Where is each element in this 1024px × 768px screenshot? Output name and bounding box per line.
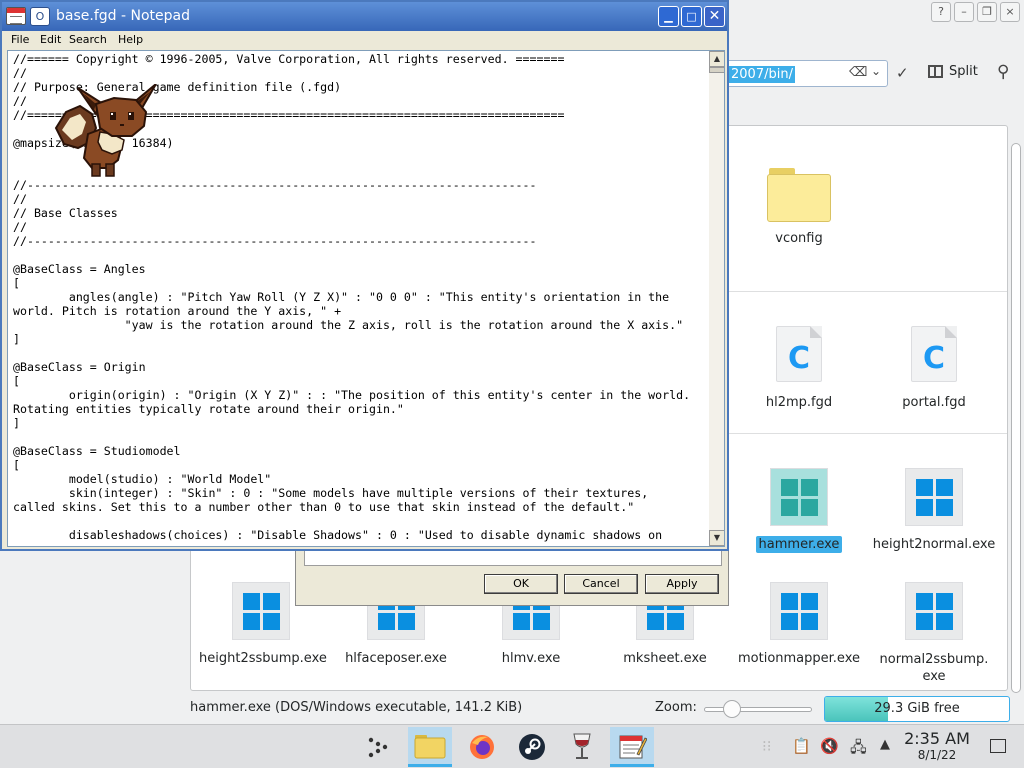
file-name: height2ssbump.exe [199,651,327,666]
window-controls: ? – ❐ × [931,2,1020,22]
taskbar-file-manager[interactable] [408,727,452,767]
menu-file[interactable]: File [11,33,29,46]
windows-icon [770,468,828,526]
ok-button[interactable]: OK [484,574,558,594]
chevron-down-icon[interactable]: ⌄ [871,64,881,78]
location-text: 2007/bin/ [729,66,795,83]
eevee-sprite-image [54,84,157,177]
status-text: hammer.exe (DOS/Windows executable, 141.… [190,700,523,715]
taskbar-steam[interactable] [510,727,554,767]
file-item-motionmapper-exe[interactable]: motionmapper.exe [734,582,864,667]
split-label: Split [949,64,978,79]
file-name: hl2mp.fgd [765,395,833,410]
search-icon[interactable]: ⚲ [997,62,1009,82]
taskbar-notepad[interactable] [610,727,654,767]
scroll-up-button[interactable]: ▲ [709,51,724,67]
free-space-text: 29.3 GiB free [874,701,960,716]
file-item-hammer-exe[interactable]: hammer.exe [734,468,864,553]
menu-search[interactable]: Search [69,33,107,46]
file-name: hammer.exe [755,536,843,553]
system-menu-icon[interactable]: O [30,7,50,26]
show-desktop-icon[interactable] [990,739,1006,753]
file-name: normal2ssbump. exe [879,652,989,684]
folder-icon [414,734,446,758]
clock-date: 8/1/22 [917,748,957,762]
file-item-height2normal-exe[interactable]: height2normal.exe [869,468,999,553]
clear-input-icon[interactable]: ⌫ [849,65,867,80]
maximize-button[interactable]: ❐ [977,2,997,22]
file-name: portal.fgd [902,395,966,410]
file-name: hlfaceposer.exe [345,651,447,666]
launcher-icon [368,737,388,758]
cancel-button[interactable]: Cancel [564,574,638,594]
scrollbar-thumb[interactable] [709,67,724,73]
free-space-bar[interactable]: 29.3 GiB free [824,696,1010,722]
maximize-button[interactable]: □ [681,6,702,27]
file-item-portal-fgd[interactable]: C portal.fgd [869,326,999,411]
taskbar: ⁝⁝ 📋 🔇 🖧 ▲ 2:35 AM 8/1/22 [0,724,1024,768]
close-button[interactable]: × [1000,2,1020,22]
location-input[interactable]: 2007/bin/ ⌫ ⌄ [720,60,888,87]
steam-icon [519,734,545,760]
notepad-icon [619,735,647,758]
menu-bar: File Edit Search Help [2,31,727,50]
clock-time: 2:35 AM [904,729,970,748]
file-view-scrollbar[interactable] [1010,125,1022,693]
windows-icon [232,582,290,640]
file-item-normal2ssbump-exe[interactable]: normal2ssbump. exe [869,582,999,686]
help-button[interactable]: ? [931,2,951,22]
windows-icon [905,582,963,640]
folder-icon [767,168,831,222]
minimize-button[interactable]: ▁ [658,6,679,27]
notepad-icon [6,7,26,25]
apply-button[interactable]: Apply [645,574,719,594]
taskbar-firefox[interactable] [460,727,504,767]
minimize-button[interactable]: – [954,2,974,22]
scrollbar-thumb[interactable] [1011,143,1021,693]
app-launcher-button[interactable] [356,727,400,767]
wine-glass-icon [573,733,591,759]
windows-icon [770,582,828,640]
zoom-slider[interactable] [704,707,812,712]
file-name: hlmv.exe [501,651,561,666]
confirm-check-icon[interactable]: ✓ [896,64,909,82]
network-icon[interactable]: 🖧 [850,737,867,762]
file-name: vconfig [775,231,823,246]
windows-icon [905,468,963,526]
clock[interactable]: 2:35 AM 8/1/22 [900,730,974,763]
clipboard-icon[interactable]: 📋 [792,737,811,755]
taskbar-wine[interactable] [560,727,604,767]
split-view-icon [928,65,943,78]
c-source-file-icon: C [776,326,822,382]
file-name: mksheet.exe [623,651,707,666]
split-button[interactable]: Split [928,64,978,79]
zoom-slider-handle[interactable] [723,700,741,718]
notepad-title-bar[interactable]: O base.fgd - Notepad ▁ □ ✕ [2,2,727,31]
file-item-hl2mp-fgd[interactable]: C hl2mp.fgd [734,326,864,411]
tray-expand-icon[interactable]: ▲ [880,737,890,752]
file-name: motionmapper.exe [738,651,860,666]
c-source-file-icon: C [911,326,957,382]
file-item-vconfig[interactable]: vconfig [734,168,864,247]
close-button[interactable]: ✕ [704,6,725,27]
notepad-window: O base.fgd - Notepad ▁ □ ✕ File Edit Sea… [0,0,729,551]
tray-item-icon[interactable]: ⁝⁝ [762,737,772,755]
window-title: base.fgd - Notepad [56,8,190,24]
scroll-down-button[interactable]: ▼ [709,530,724,546]
editor-scrollbar[interactable]: ▲ ▼ [709,51,724,546]
menu-help[interactable]: Help [118,33,143,46]
firefox-icon [470,735,494,759]
menu-edit[interactable]: Edit [40,33,61,46]
zoom-label: Zoom: [655,700,697,715]
volume-muted-icon[interactable]: 🔇 [820,737,839,755]
file-name: height2normal.exe [872,537,996,552]
